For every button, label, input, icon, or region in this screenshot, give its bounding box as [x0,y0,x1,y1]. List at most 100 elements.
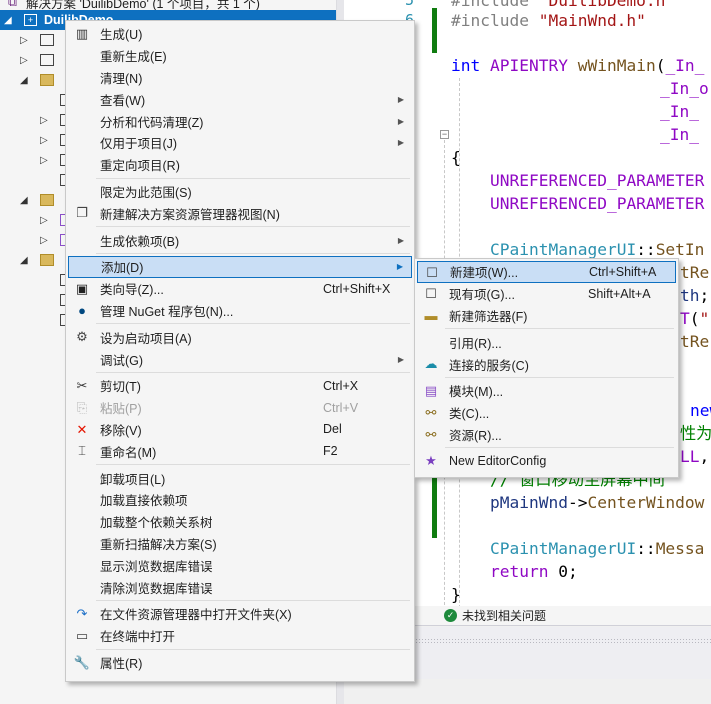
code-line: new [690,401,711,420]
menu-item-label: 在文件资源管理器中打开文件夹(X) [100,608,292,623]
menu-item[interactable]: 加载整个依赖关系树 [68,511,412,533]
menu-item[interactable]: 生成依赖项(B) ▶ [68,229,412,251]
existing-item-icon: ☐ [425,285,437,301]
menu-item-label: 重定向项目(R) [100,159,180,174]
menu-item[interactable]: ⚙ 设为启动项目(A) [68,326,412,348]
menu-item-label: 仅用于项目(J) [100,137,178,152]
code-line: tRe [680,263,710,282]
collapse-arrow-icon[interactable]: ◢ [20,75,28,86]
code-line: _In_ [660,125,699,144]
menu-item[interactable]: 重定向项目(R) [68,154,412,176]
menu-item-shortcut: Ctrl+V [323,400,359,415]
submenu-arrow-icon: ▶ [396,262,403,272]
menu-item[interactable]: 分析和代码清理(Z) ▶ [68,110,412,132]
menu-item[interactable]: 显示浏览数据库错误 [68,554,412,576]
menu-item-label: 在终端中打开 [100,630,176,645]
code-line: int APIENTRY wWinMain(_In_ [451,56,705,75]
menu-item-label: 加载直接依赖项 [100,494,188,509]
menu-item[interactable]: ⚯ 类(C)... [417,402,676,424]
code-line: UNREFERENCED_PARAMETER [490,194,705,213]
menu-item[interactable]: ☐ 新建项(W)... Ctrl+Shift+A [417,261,676,283]
collapse-arrow-icon[interactable]: ◢ [4,15,12,26]
submenu-arrow-icon: ▶ [397,94,404,104]
change-bar [432,8,437,53]
menu-item[interactable]: ✕ 移除(V) Del [68,419,412,441]
menu-item[interactable]: ☁ 连接的服务(C) [417,353,676,375]
expand-arrow-icon[interactable]: ▷ [40,155,48,166]
menu-item-label: 重新生成(E) [100,50,167,65]
menu-item-label: 管理 NuGet 程序包(N)... [100,304,234,319]
menu-item[interactable]: ↷ 在文件资源管理器中打开文件夹(X) [68,603,412,625]
menu-item[interactable]: 限定为此范围(S) [68,181,412,203]
menu-item-label: 新建解决方案资源管理器视图(N) [100,207,280,222]
issues-status[interactable]: 未找到相关问题 [462,607,546,624]
menu-item[interactable]: 🔧 属性(R) [68,652,412,674]
menu-item[interactable]: ▬ 新建筛选器(F) [417,305,676,327]
code-line: CPaintManagerUI::Messa [490,539,705,558]
ext-icon [40,54,54,66]
menu-item[interactable]: 清理(N) [68,67,412,89]
code-line: UNREFERENCED_PARAMETER [490,171,705,190]
menu-item[interactable]: ▭ 在终端中打开 [68,625,412,647]
check-circle-icon: ✓ [444,609,457,622]
menu-item[interactable]: ▤ 模块(M)... [417,380,676,402]
menu-item[interactable]: 重新扫描解决方案(S) [68,533,412,555]
menu-item-label: 重新扫描解决方案(S) [100,537,217,552]
menu-item-label: 清除浏览数据库错误 [100,581,213,596]
class-icon: ⚯ [425,404,437,420]
menu-item-shortcut: Ctrl+Shift+X [323,281,391,296]
menu-item[interactable]: 查看(W) ▶ [68,88,412,110]
menu-item[interactable]: 添加(D) ▶ [68,255,412,278]
menu-item[interactable]: ● 管理 NuGet 程序包(N)... [68,300,412,322]
menu-item[interactable]: ▣ 类向导(Z)... Ctrl+Shift+X [68,278,412,300]
menu-item[interactable]: ⎘ 粘贴(P) Ctrl+V [68,397,412,419]
expand-arrow-icon[interactable]: ▷ [20,35,28,46]
panel-grip[interactable] [412,638,711,643]
code-line: th; [680,286,710,305]
menu-item[interactable]: ★ New EditorConfig [417,450,676,472]
menu-item[interactable]: 仅用于项目(J) ▶ [68,132,412,154]
menu-item[interactable]: ⌶ 重命名(M) F2 [68,440,412,462]
menu-item[interactable]: 卸载项目(L) [68,467,412,489]
menu-item-label: New EditorConfig [449,454,547,469]
menu-item[interactable]: 清除浏览数据库错误 [68,576,412,598]
expand-arrow-icon[interactable]: ▷ [20,55,28,66]
menu-item[interactable]: ☐ 现有项(G)... Shift+Alt+A [417,283,676,305]
submenu-arrow-icon: ▶ [397,235,404,245]
new-view-icon: ❐ [76,205,88,221]
menu-item-shortcut: Shift+Alt+A [588,286,651,301]
new-filter-icon: ▬ [424,308,438,324]
submenu-arrow-icon: ▶ [397,354,404,364]
module-icon: ▤ [424,382,438,398]
code-line: CPaintManagerUI::SetIn [490,240,705,259]
new-item-icon: ☐ [426,265,438,280]
menu-item-label: 类向导(Z)... [100,283,164,298]
menu-item[interactable]: 调试(G) ▶ [68,348,412,370]
menu-item-label: 资源(R)... [449,428,502,443]
menu-item[interactable]: ✂ 剪切(T) Ctrl+X [68,375,412,397]
menu-item[interactable]: ❐ 新建解决方案资源管理器视图(N) [68,202,412,224]
menu-item[interactable]: 加载直接依赖项 [68,489,412,511]
cpp-project-icon: + [24,14,37,26]
menu-item[interactable]: 重新生成(E) [68,45,412,67]
menu-item-label: 粘贴(P) [100,402,142,417]
expand-arrow-icon[interactable]: ▷ [40,215,48,226]
code-line: T(" [680,309,710,328]
expand-arrow-icon[interactable]: ▷ [40,135,48,146]
menu-item-label: 移除(V) [100,423,142,438]
open-folder-icon: ↷ [76,605,88,621]
menu-item[interactable]: ⚯ 资源(R)... [417,424,676,446]
menu-item[interactable]: ▥ 生成(U) [68,23,412,45]
collapse-arrow-icon[interactable]: ◢ [20,255,28,266]
filter-icon [40,194,54,206]
menu-item[interactable]: 引用(R)... [417,331,676,353]
collapse-arrow-icon[interactable]: ◢ [20,195,28,206]
menu-item-shortcut: Ctrl+X [323,378,359,393]
expand-arrow-icon[interactable]: ▷ [40,115,48,126]
menu-item-label: 调试(G) [100,353,144,368]
expand-arrow-icon[interactable]: ▷ [40,235,48,246]
gear-icon: ⚙ [76,329,88,345]
menu-item-label: 属性(R) [100,656,143,671]
collapse-toggle-icon[interactable]: − [440,130,449,139]
menu-item-label: 剪切(T) [100,380,141,395]
